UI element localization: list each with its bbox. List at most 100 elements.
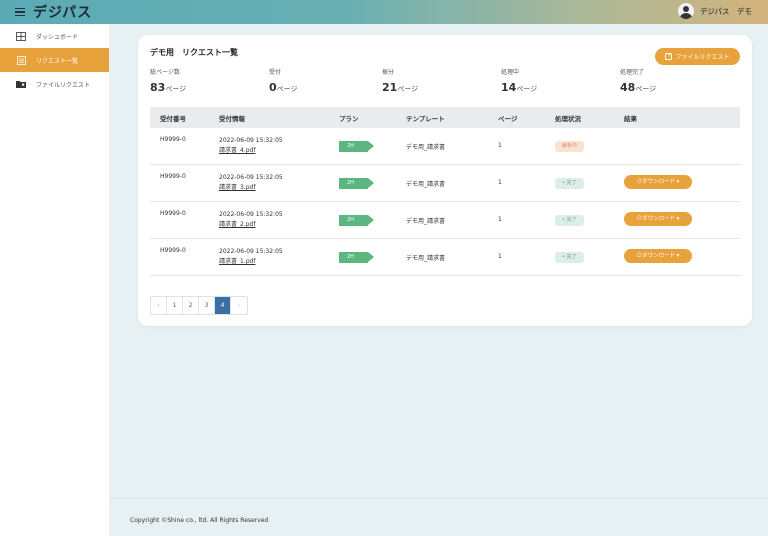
request-info: 2022-06-09 15:32:05 請求書_1.pdf [219,239,339,267]
folder-icon [16,80,26,89]
main-content: デモ用 リクエスト一覧 + ファイルリクエスト 総ページ数 83ページ 受付 0… [110,24,768,536]
file-request-button[interactable]: + ファイルリクエスト [655,48,740,65]
stat-sorted: 振分 21ページ [382,67,418,94]
stat-value: 21ページ [382,81,419,94]
grid-icon [16,31,26,41]
file-link[interactable]: 請求書_4.pdf [219,146,339,156]
stat-value: 48ページ [620,81,657,94]
pagination-page-4[interactable]: 4 [215,297,231,314]
plan-tag: 2H [339,215,374,226]
table-row: H9999-0 2022-06-09 15:32:05 請求書_2.pdf 2H… [150,202,740,239]
status-badge: • 完了 [555,252,584,263]
request-date: 2022-06-09 15:32:05 [219,248,283,255]
stat-label: 総ページ数 [150,69,180,76]
request-info: 2022-06-09 15:32:05 請求書_4.pdf [219,128,339,156]
sidebar-item-request-list[interactable]: リクエスト一覧 [0,48,109,72]
status-badge: • 完了 [555,215,584,226]
hamburger-menu-icon[interactable] [15,7,25,17]
sidebar-item-label: リクエスト一覧 [36,57,79,65]
file-request-button-label: ファイルリクエスト [675,55,730,61]
stat-label: 受付 [269,69,282,76]
result-cell: ⊙ダウンロード ▾ [624,202,740,226]
stat-label: 振分 [382,69,395,76]
plan-cell: 2H [339,239,406,263]
user-menu[interactable]: デジパス デモ [677,3,752,19]
column-header[interactable]: 受付情報 [219,113,339,123]
stat-received: 受付 0ページ [269,67,298,94]
plan-tag: 2H [339,252,374,263]
template-name: デモ用_請求書 [406,181,446,188]
page-count: 1 [498,142,502,149]
page-count: 1 [498,179,502,186]
sidebar-item-dashboard[interactable]: ダッシュボード [0,24,109,48]
result-cell: ⊙ダウンロード ▾ [624,239,740,263]
stat-completed: 処理完了 48ページ [620,67,656,94]
request-date: 2022-06-09 15:32:05 [219,211,283,218]
copyright-text: Copyright ©Shine co., ltd. All Rights Re… [130,517,269,524]
download-button[interactable]: ⊙ダウンロード ▾ [624,249,692,263]
sidebar: ダッシュボード リクエスト一覧 ファイルリクエスト [0,24,110,536]
stat-label: 処理完了 [620,69,645,76]
status-badge: • 完了 [555,178,584,189]
table-row: H9999-0 2022-06-09 15:32:05 請求書_1.pdf 2H… [150,239,740,276]
app-brand: デジパス [33,5,93,21]
request-id: H9999-0 [160,173,186,180]
request-info: 2022-06-09 15:32:05 請求書_3.pdf [219,165,339,193]
sidebar-item-label: ダッシュボード [36,33,79,41]
page-title: デモ用 リクエスト一覧 [150,48,238,57]
status-cell: • 完了 [555,165,624,189]
template-name: デモ用_請求書 [406,255,446,262]
request-info: 2022-06-09 15:32:05 請求書_2.pdf [219,202,339,230]
sidebar-item-file-request[interactable]: ファイルリクエスト [0,72,109,96]
page-count: 1 [498,216,502,223]
list-icon [16,55,26,65]
stat-value: 83ページ [150,81,187,94]
sidebar-item-label: ファイルリクエスト [36,81,91,89]
stat-label: 処理中 [501,69,520,76]
stat-value: 0ページ [269,81,298,94]
stat-total-pages: 総ページ数 83ページ [150,67,186,94]
column-header[interactable]: 処理状況 [555,113,624,123]
request-id: H9999-0 [160,247,186,254]
request-date: 2022-06-09 15:32:05 [219,174,283,181]
template-name: デモ用_請求書 [406,218,446,225]
pagination-next[interactable]: › [231,297,247,314]
file-link[interactable]: 請求書_2.pdf [219,220,339,230]
status-cell: • 完了 [555,202,624,226]
pagination-page-1[interactable]: 1 [167,297,183,314]
user-avatar-icon [677,3,694,19]
file-link[interactable]: 請求書_1.pdf [219,257,339,267]
plus-icon: + [665,53,673,60]
footer: Copyright ©Shine co., ltd. All Rights Re… [110,498,768,536]
pagination-page-3[interactable]: 3 [199,297,215,314]
result-cell: ⊙ダウンロード ▾ [624,165,740,189]
status-cell: • 完了 [555,239,624,263]
column-header[interactable]: テンプレート [406,113,498,123]
column-header[interactable]: 受付番号 [150,113,219,123]
top-bar: デジパス デジパス デモ [0,0,768,24]
page-count: 1 [498,253,502,260]
column-header[interactable]: プラン [339,113,406,123]
request-id: H9999-0 [160,210,186,217]
download-button[interactable]: ⊙ダウンロード ▾ [624,212,692,226]
pagination-page-2[interactable]: 2 [183,297,199,314]
file-link[interactable]: 請求書_3.pdf [219,183,339,193]
pagination-prev[interactable]: ‹ [151,297,167,314]
request-date: 2022-06-09 15:32:05 [219,137,283,144]
status-badge: 解析中 [555,141,585,152]
plan-tag: 2H [339,141,374,152]
table-header: 受付番号 受付情報 プラン テンプレート ページ 処理状況 結果 [150,107,740,128]
download-button[interactable]: ⊙ダウンロード ▾ [624,175,692,189]
stat-value: 14ページ [501,81,538,94]
status-cell: 解析中 [555,128,624,152]
plan-tag: 2H [339,178,374,189]
plan-cell: 2H [339,128,406,152]
column-header[interactable]: 結果 [624,113,740,123]
plan-cell: 2H [339,165,406,189]
stat-processing: 処理中 14ページ [501,67,537,94]
table-row: H9999-0 2022-06-09 15:32:05 請求書_4.pdf 2H… [150,128,740,165]
column-header[interactable]: ページ [498,113,555,123]
table-row: H9999-0 2022-06-09 15:32:05 請求書_3.pdf 2H… [150,165,740,202]
template-name: デモ用_請求書 [406,144,446,151]
plan-cell: 2H [339,202,406,226]
